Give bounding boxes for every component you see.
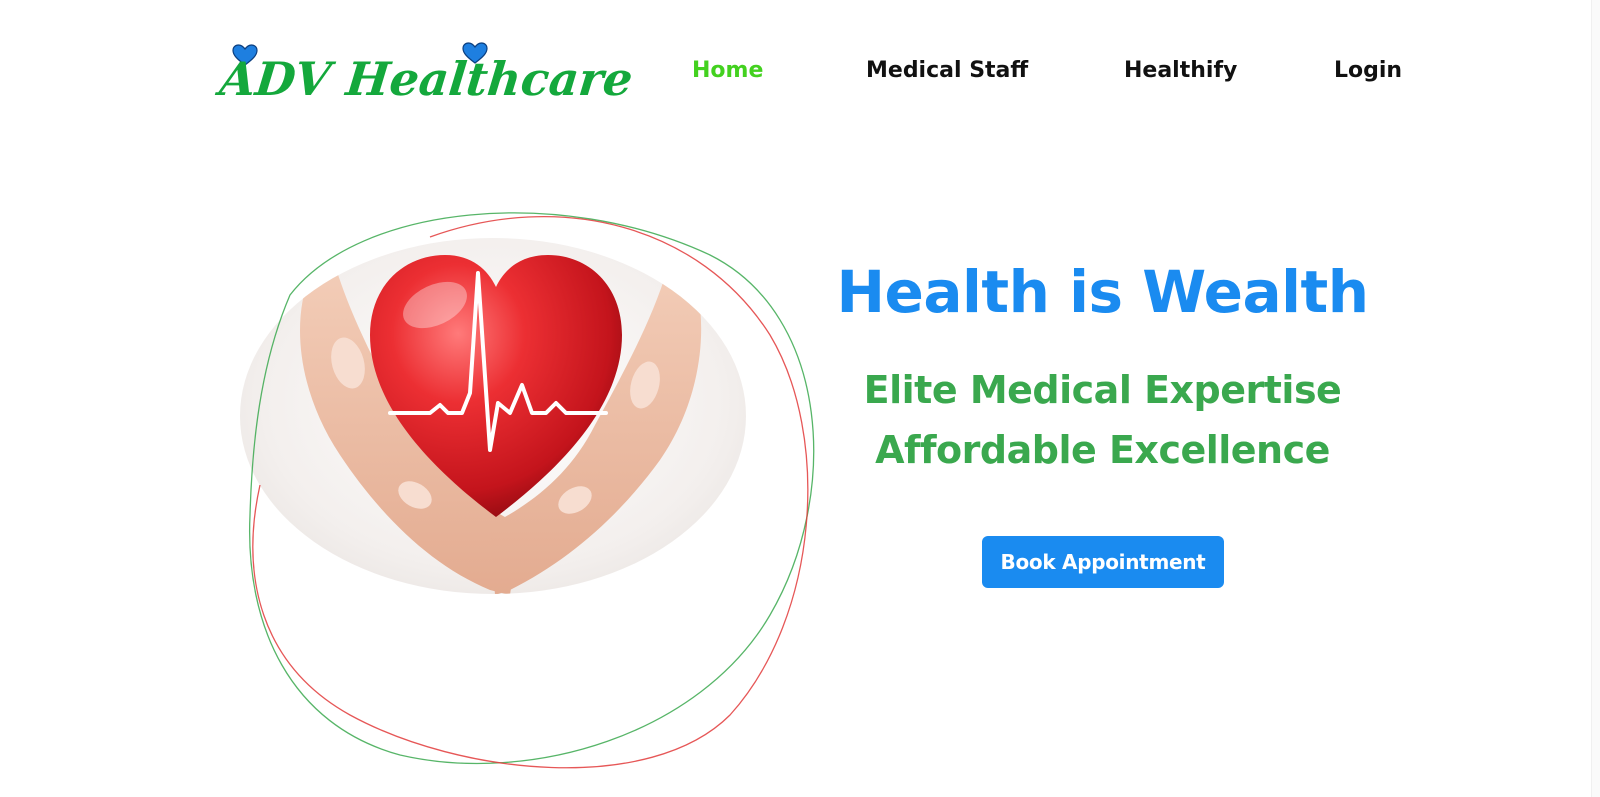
landing-page: ADV Healthcare Home Medical Staff Health… <box>0 0 1600 797</box>
book-appointment-button[interactable]: Book Appointment <box>982 536 1224 588</box>
nav-item-home[interactable]: Home <box>692 58 763 83</box>
hero-image <box>240 212 815 769</box>
hero-subtitle-line2: Affordable Excellence <box>875 428 1330 472</box>
scrollbar[interactable] <box>1591 0 1600 797</box>
logo-text: ADV Healthcare <box>217 52 636 106</box>
brand-logo[interactable]: ADV Healthcare <box>217 40 635 112</box>
nav-item-medical-staff[interactable]: Medical Staff <box>866 58 1028 83</box>
nav-item-login[interactable]: Login <box>1334 58 1402 83</box>
hero-title: Health is Wealth <box>836 258 1369 326</box>
nav-item-healthify[interactable]: Healthify <box>1124 58 1237 83</box>
hero-subtitle-line1: Elite Medical Expertise <box>863 368 1342 412</box>
